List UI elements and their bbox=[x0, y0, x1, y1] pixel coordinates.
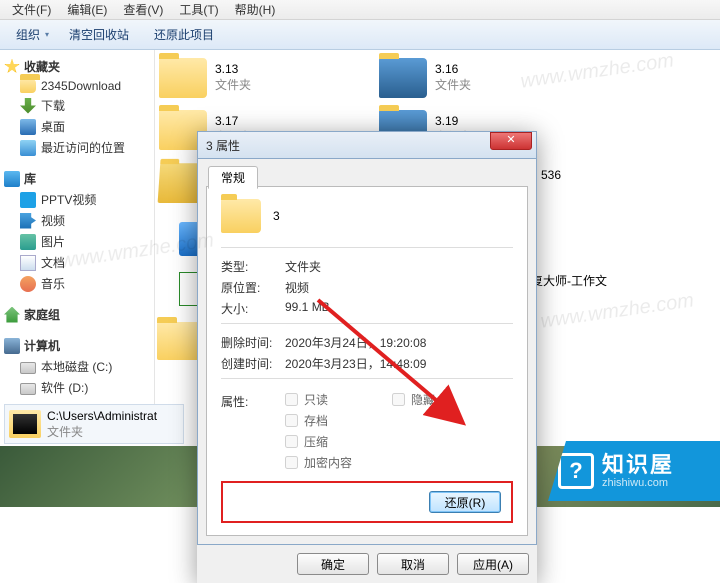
pptv-icon bbox=[20, 192, 36, 208]
close-button[interactable]: ✕ bbox=[490, 132, 532, 150]
hdd-icon bbox=[20, 362, 36, 374]
restore-button[interactable]: 还原(R) bbox=[429, 491, 501, 513]
menu-edit[interactable]: 编辑(E) bbox=[59, 0, 115, 20]
menu-file[interactable]: 文件(F) bbox=[4, 0, 59, 20]
sidebar-item-pictures[interactable]: 图片 bbox=[4, 231, 150, 252]
organize-button[interactable]: 组织 bbox=[6, 23, 59, 46]
checkbox-encrypt[interactable]: 加密内容 bbox=[285, 452, 513, 473]
folder-icon bbox=[379, 58, 427, 98]
details-path: C:\Users\Administrat bbox=[47, 409, 157, 423]
empty-recycle-button[interactable]: 清空回收站 bbox=[59, 23, 144, 46]
cancel-button[interactable]: 取消 bbox=[377, 553, 449, 575]
dialog-title: 3 属性 bbox=[206, 137, 490, 154]
brand-logo: ? 知识屋 zhishiwu.com bbox=[548, 441, 720, 501]
item-name: 3.17 bbox=[215, 114, 251, 130]
menu-bar: 文件(F) 编辑(E) 查看(V) 工具(T) 帮助(H) bbox=[0, 0, 720, 20]
sidebar-item-drive-d[interactable]: 软件 (D:) bbox=[4, 377, 150, 398]
value-origin: 视频 bbox=[285, 279, 309, 296]
sidebar-item-recent[interactable]: 最近访问的位置 bbox=[4, 137, 150, 158]
libraries-header[interactable]: 库 bbox=[4, 168, 150, 189]
checkbox-readonly[interactable]: 只读 bbox=[285, 389, 328, 410]
sidebar-item-music[interactable]: 音乐 bbox=[4, 273, 150, 294]
item-fragment: 536 bbox=[541, 168, 561, 182]
checkbox-compress[interactable]: 压缩 bbox=[285, 431, 513, 452]
item-name: 3.16 bbox=[435, 62, 471, 78]
folder-item[interactable]: 3.16文件夹 bbox=[375, 54, 475, 102]
restore-item-button[interactable]: 还原此项目 bbox=[144, 23, 229, 46]
sidebar-item-videos[interactable]: 视频 bbox=[4, 210, 150, 231]
folder-name-field[interactable] bbox=[271, 207, 513, 225]
brand-name: 知识屋 bbox=[602, 453, 674, 477]
picture-icon bbox=[20, 234, 36, 250]
sidebar-item-desktop[interactable]: 桌面 bbox=[4, 116, 150, 137]
label-type: 类型: bbox=[221, 258, 285, 275]
checkbox-archive[interactable]: 存档 bbox=[285, 410, 513, 431]
computer-icon bbox=[4, 338, 20, 354]
details-pane: C:\Users\Administrat 文件夹 bbox=[4, 404, 184, 444]
properties-dialog: 3 属性 ✕ 常规 类型:文件夹 原位置:视频 大小:99.1 MB 删除时间:… bbox=[197, 131, 537, 583]
dialog-footer: 确定 取消 应用(A) bbox=[197, 545, 537, 583]
recent-icon bbox=[20, 140, 36, 156]
label-created: 创建时间: bbox=[221, 355, 285, 372]
nav-sidebar: 收藏夹 2345Download 下载 桌面 最近访问的位置 库 PPTV视频 … bbox=[0, 50, 155, 430]
tab-general[interactable]: 常规 bbox=[208, 166, 258, 189]
details-type: 文件夹 bbox=[47, 423, 157, 440]
hdd-icon bbox=[20, 383, 36, 395]
item-name: 3.19 bbox=[435, 114, 471, 130]
tab-strip: 常规 bbox=[206, 165, 528, 187]
folder-icon bbox=[20, 79, 36, 93]
checkbox-hidden[interactable]: 隐藏 bbox=[392, 389, 435, 410]
music-icon bbox=[20, 276, 36, 292]
folder-icon bbox=[159, 58, 207, 98]
sidebar-item-downloads[interactable]: 下载 bbox=[4, 95, 150, 116]
dialog-titlebar[interactable]: 3 属性 ✕ bbox=[197, 131, 537, 159]
value-created: 2020年3月23日，14:48:09 bbox=[285, 355, 426, 372]
sidebar-item-2345download[interactable]: 2345Download bbox=[4, 77, 150, 95]
sidebar-item-pptv[interactable]: PPTV视频 bbox=[4, 189, 150, 210]
label-origin: 原位置: bbox=[221, 279, 285, 296]
item-name: 3.13 bbox=[215, 62, 251, 78]
menu-view[interactable]: 查看(V) bbox=[115, 0, 171, 20]
label-deleted: 删除时间: bbox=[221, 334, 285, 351]
folder-thumb-icon bbox=[9, 410, 41, 438]
menu-help[interactable]: 帮助(H) bbox=[227, 0, 284, 20]
desktop-icon bbox=[20, 119, 36, 135]
item-type: 文件夹 bbox=[215, 78, 251, 94]
sidebar-item-documents[interactable]: 文档 bbox=[4, 252, 150, 273]
home-icon bbox=[4, 307, 20, 323]
brand-mark-icon: ? bbox=[558, 453, 594, 489]
homegroup-header[interactable]: 家庭组 bbox=[4, 304, 150, 325]
value-type: 文件夹 bbox=[285, 258, 321, 275]
value-deleted: 2020年3月24日，19:20:08 bbox=[285, 334, 426, 351]
sidebar-item-drive-c[interactable]: 本地磁盘 (C:) bbox=[4, 356, 150, 377]
value-size: 99.1 MB bbox=[285, 300, 330, 317]
star-icon bbox=[4, 59, 20, 75]
download-icon bbox=[20, 98, 36, 114]
brand-domain: zhishiwu.com bbox=[602, 477, 674, 489]
tab-page-general: 类型:文件夹 原位置:视频 大小:99.1 MB 删除时间:2020年3月24日… bbox=[206, 187, 528, 536]
library-icon bbox=[4, 171, 20, 187]
toolbar: 组织 清空回收站 还原此项目 bbox=[0, 20, 720, 50]
label-size: 大小: bbox=[221, 300, 285, 317]
folder-large-icon bbox=[221, 199, 261, 233]
document-icon bbox=[20, 255, 36, 271]
video-icon bbox=[20, 213, 36, 229]
restore-highlight-box: 还原(R) bbox=[221, 481, 513, 523]
folder-item[interactable]: 3.13文件夹 bbox=[155, 54, 255, 102]
ok-button[interactable]: 确定 bbox=[297, 553, 369, 575]
apply-button[interactable]: 应用(A) bbox=[457, 553, 529, 575]
computer-header[interactable]: 计算机 bbox=[4, 335, 150, 356]
menu-tools[interactable]: 工具(T) bbox=[171, 0, 226, 20]
item-type: 文件夹 bbox=[435, 78, 471, 94]
label-attributes: 属性: bbox=[221, 389, 285, 473]
